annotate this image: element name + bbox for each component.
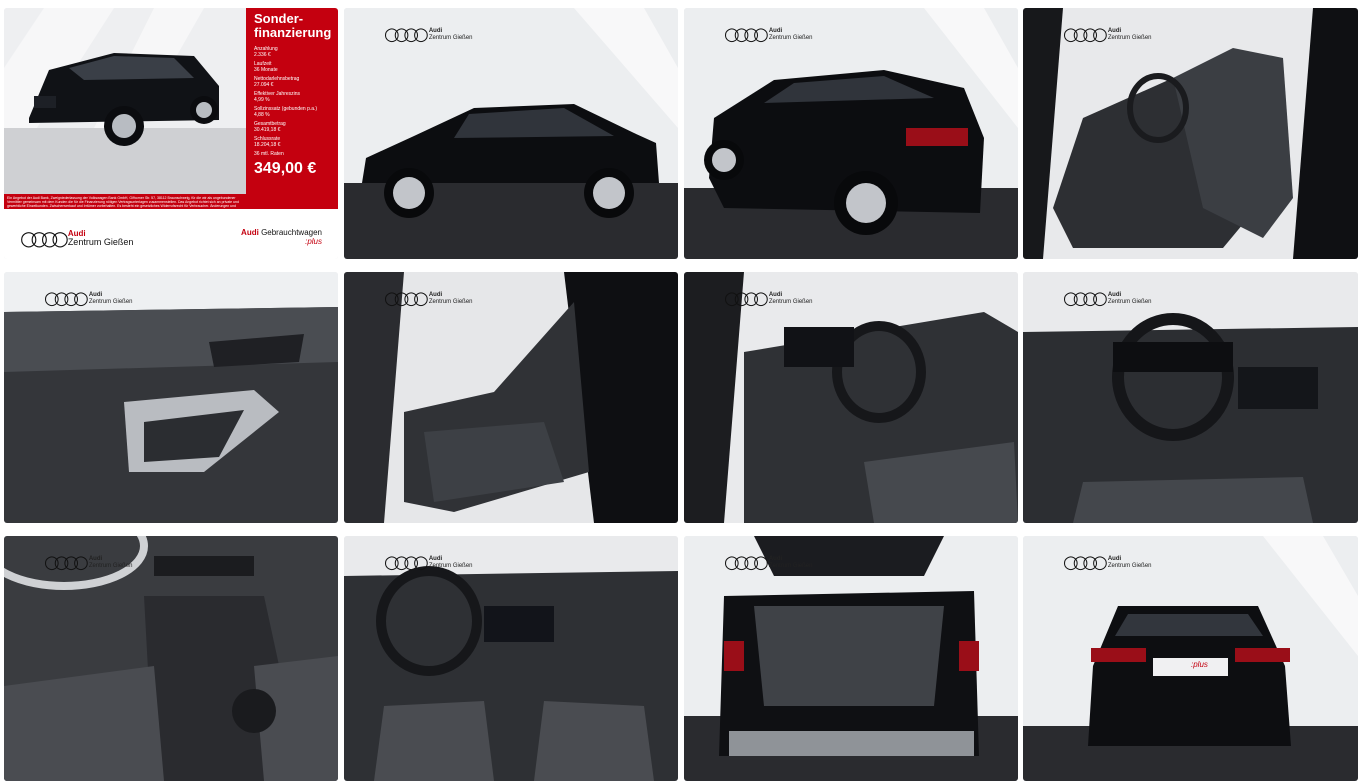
financing-title: Sonder- finanzierung [254,11,332,40]
photo-2-side-view[interactable]: ○○○○ Audi Zentrum Gießen [344,8,678,259]
audi-rings-icon: ○○○○ [384,24,429,45]
audi-rings-icon: ○○○○ [1063,24,1108,45]
audi-rings-icon: ○○○○ [44,288,89,309]
photo-5-door-panel[interactable]: ○○○○ Audi Zentrum Gießen [4,272,338,523]
photo-8-dashboard[interactable]: ○○○○ Audi Zentrum Gießen [1023,272,1358,523]
photo-6-rear-seats[interactable]: ○○○○ Audi Zentrum Gießen [344,272,678,523]
promo-row: Sollzinssatz (gebunden p.a.) 4,88 % [254,106,318,118]
rear-seats-image [344,272,678,523]
dealer-logo: ○○○○ Audi Zentrum Gießen [44,552,133,573]
photo-3-rear-three-quarter[interactable]: ○○○○ Audi Zentrum Gießen [684,8,1018,259]
dealer-logo: ○○○○ Audi Zentrum Gießen [724,24,813,45]
photo-gallery-grid: Sonder- finanzierung Anzahlung 2.336 € La… [0,0,1365,781]
promo-row: Nettodarlehnsbetrag 27.094 € [254,76,300,88]
photo-4-front-seats[interactable]: ○○○○ Audi Zentrum Gießen [1023,8,1358,259]
audi-rings-icon: ○○○○ [44,552,89,573]
dealer-logo: ○○○○ Audi Zentrum Gießen [384,24,473,45]
photo-1-financing-offer[interactable]: Sonder- finanzierung Anzahlung 2.336 € La… [4,8,338,259]
car-side-image [344,8,678,259]
dealer-logo: ○○○○ Audi Zentrum Gießen [1063,552,1152,573]
gebrauchtwagen-plus-logo: Audi Gebrauchtwagen :plus [241,228,322,246]
financing-panel: Sonder- finanzierung Anzahlung 2.336 € La… [246,8,338,209]
audi-rings-icon: ○○○○ [724,24,769,45]
audi-rings-icon: ○○○○ [1063,552,1108,573]
dashboard-image [1023,272,1358,523]
promo-row: Schlussrate 18.204,18 € [254,136,281,148]
dealer-logo: ○○○○ Audi Zentrum Gießen [1063,24,1152,45]
dealer-logo: ○○○○ Audi Zentrum Gießen [384,552,473,573]
photo-11-trunk-open[interactable]: ○○○○ Audi Zentrum Gießen [684,536,1018,781]
photo-9-center-console[interactable]: ○○○○ Audi Zentrum Gießen [4,536,338,781]
dealer-logo: ○○○○ Audi Zentrum Gießen [724,552,813,573]
dealer-footer: ○○○○ Audi Zentrum Gießen Audi Gebrauchtwa… [4,209,338,259]
car-rear-three-quarter-image [684,8,1018,259]
front-seats-image [1023,8,1358,259]
license-plate-label: :plus [1191,660,1208,669]
audi-rings-icon: ○○○○ [1063,288,1108,309]
photo-7-cockpit-side[interactable]: ○○○○ Audi Zentrum Gießen [684,272,1018,523]
audi-rings-icon: ○○○○ [724,288,769,309]
audi-rings-icon: ○○○○ [20,226,69,250]
promo-row: Effektiver Jahreszins 4,99 % [254,91,301,103]
dealer-logo: ○○○○ Audi Zentrum Gießen [44,288,133,309]
audi-rings-icon: ○○○○ [384,288,429,309]
audi-rings-icon: ○○○○ [724,552,769,573]
promo-row: Anzahlung 2.336 € [254,46,278,58]
photo-10-full-dashboard[interactable]: ○○○○ Audi Zentrum Gießen [344,536,678,781]
door-panel-image [4,272,338,523]
dealer-logo: ○○○○ Audi Zentrum Gießen [384,288,473,309]
photo-12-rear-view[interactable]: ○○○○ Audi Zentrum Gießen :plus [1023,536,1358,781]
monthly-price: 349,00 € [254,160,317,177]
audi-rings-icon: ○○○○ [384,552,429,573]
promo-row: Laufzeit 36 Monate [254,61,278,73]
dealer-logo: ○○○○ Audi Zentrum Gießen [20,226,134,250]
rate-label: 36 mtl. Raten [254,151,284,157]
promo-row: Gesamtbetrag 30.419,18 € [254,121,286,133]
dealer-logo: ○○○○ Audi Zentrum Gießen [1063,288,1152,309]
cockpit-side-image [684,272,1018,523]
dealer-logo: ○○○○ Audi Zentrum Gießen [724,288,813,309]
